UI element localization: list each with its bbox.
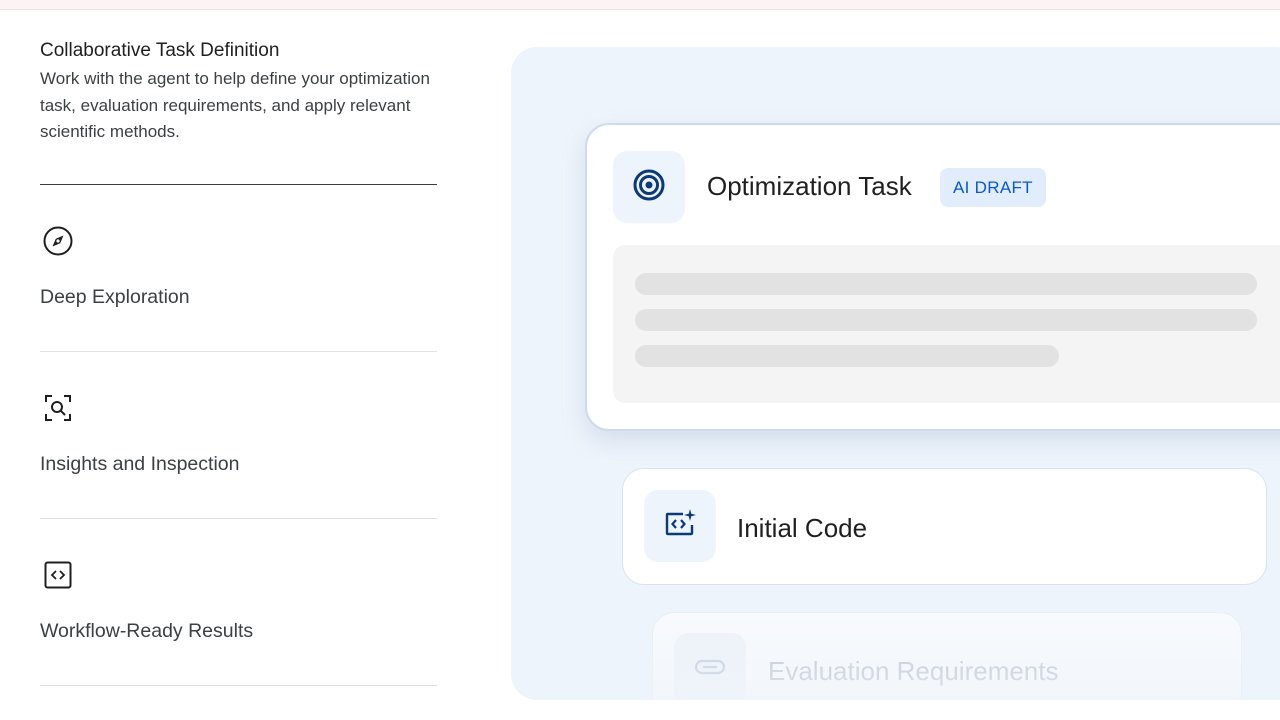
feature-title: Collaborative Task Definition bbox=[40, 40, 280, 61]
toggle-icon bbox=[693, 657, 727, 682]
target-icon bbox=[632, 168, 666, 207]
skeleton-line bbox=[635, 273, 1257, 295]
feature-label: Deep Exploration bbox=[40, 285, 190, 308]
compass-icon bbox=[42, 225, 74, 257]
feature-item-insights[interactable]: Insights and Inspection bbox=[40, 352, 437, 519]
optimization-task-card[interactable]: Optimization Task AI DRAFT bbox=[585, 123, 1280, 431]
preview-panel: Optimization Task AI DRAFT Initial Code bbox=[511, 47, 1280, 700]
code-box-icon bbox=[42, 559, 74, 591]
top-bar bbox=[0, 0, 1280, 10]
feature-active[interactable]: Collaborative Task Definition Work with … bbox=[40, 38, 437, 185]
feature-item-workflow[interactable]: Workflow-Ready Results bbox=[40, 519, 437, 686]
feature-list: Collaborative Task Definition Work with … bbox=[40, 38, 437, 686]
icon-tile bbox=[674, 633, 746, 700]
feature-item-deep-exploration[interactable]: Deep Exploration bbox=[40, 185, 437, 352]
code-sparkle-icon bbox=[662, 506, 698, 547]
scan-search-icon bbox=[42, 392, 74, 424]
skeleton-line bbox=[635, 309, 1257, 331]
feature-label: Workflow-Ready Results bbox=[40, 619, 254, 642]
card-title: Evaluation Requirements bbox=[768, 656, 1059, 686]
ai-draft-badge: AI DRAFT bbox=[940, 168, 1046, 207]
content-placeholder bbox=[613, 245, 1280, 403]
card-title: Optimization Task bbox=[707, 171, 912, 201]
feature-label: Insights and Inspection bbox=[40, 452, 240, 475]
initial-code-card[interactable]: Initial Code bbox=[622, 468, 1267, 585]
icon-tile bbox=[613, 151, 685, 223]
icon-tile bbox=[644, 490, 716, 562]
feature-description: Work with the agent to help define your … bbox=[40, 69, 430, 141]
evaluation-requirements-card[interactable]: Evaluation Requirements bbox=[652, 612, 1242, 700]
skeleton-line bbox=[635, 345, 1059, 367]
card-title: Initial Code bbox=[737, 513, 868, 543]
